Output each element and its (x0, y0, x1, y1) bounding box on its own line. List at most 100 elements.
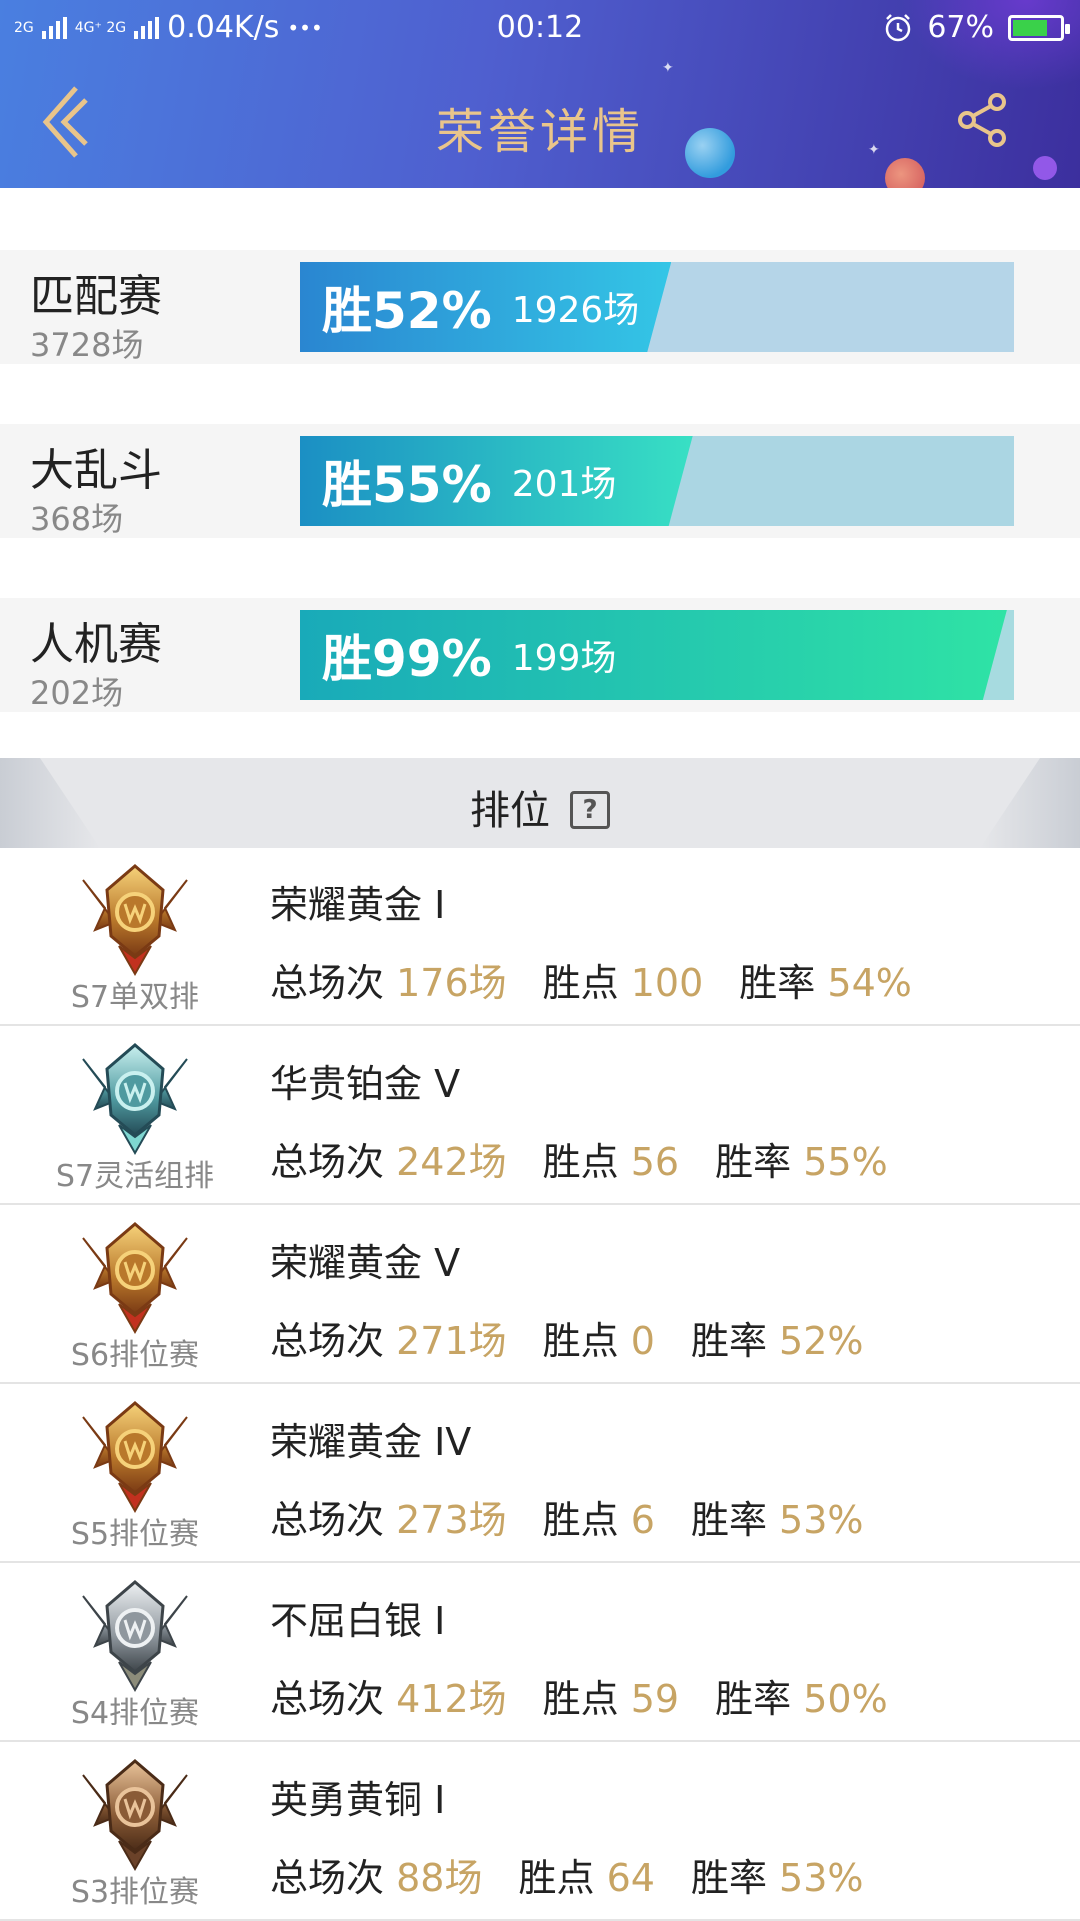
tier-name: 英勇黄铜 I (270, 1778, 446, 1822)
ranking-title: 排位? (0, 778, 1080, 836)
win-points-label: 胜点 (518, 1856, 595, 1900)
win-rate-text: 胜99% 199场 (322, 610, 616, 700)
ranking-title-label: 排位 (470, 788, 550, 834)
win-rate-label: 胜率 (690, 1319, 767, 1363)
win-points-label: 胜点 (542, 1319, 619, 1363)
season-row[interactable]: S6排位赛 荣耀黄金 V 总场次 271场 胜点 0 胜率 52% (0, 1206, 1080, 1384)
win-points-label: 胜点 (542, 1140, 619, 1184)
win-points-value: 59 (630, 1677, 680, 1721)
mode-total-count: 368场 (30, 500, 124, 538)
win-points-value: 100 (630, 961, 704, 1005)
season-label: S4排位赛 (70, 1696, 200, 1731)
mode-name: 大乱斗 (30, 445, 162, 496)
header-bubble-decoration (885, 158, 925, 188)
win-rate-value: 50% (803, 1677, 888, 1721)
mode-row-brawl[interactable]: 大乱斗 368场 胜55% 201场 (0, 424, 1080, 538)
win-rate-label: 胜率 (715, 1677, 792, 1721)
share-button[interactable] (955, 92, 1011, 148)
total-games-label: 总场次 (270, 1319, 385, 1363)
battery-icon (1008, 14, 1070, 41)
season-label: S6排位赛 (70, 1338, 200, 1373)
mode-total-count: 3728场 (30, 326, 144, 364)
rank-badge-icon (75, 1039, 195, 1157)
mode-name: 匹配赛 (30, 271, 162, 322)
season-row[interactable]: S3排位赛 英勇黄铜 I 总场次 88场 胜点 64 胜率 53% (0, 1743, 1080, 1921)
win-games-count: 1926场 (511, 290, 640, 331)
win-rate-percent: 胜55% (322, 456, 492, 514)
tier-name: 荣耀黄金 V (270, 1241, 461, 1285)
season-stats: 总场次 271场 胜点 0 胜率 52% (270, 1310, 864, 1365)
sparkle-icon: ✦ (662, 60, 674, 76)
win-rate-percent: 胜99% (322, 630, 492, 688)
win-rate-value: 53% (779, 1856, 864, 1900)
win-points-label: 胜点 (542, 1677, 619, 1721)
win-rate-value: 54% (827, 961, 912, 1005)
win-rate-text: 胜55% 201场 (322, 436, 616, 526)
win-rate-value: 52% (779, 1319, 864, 1363)
win-points-value: 0 (630, 1319, 655, 1363)
ranking-section-header: 排位? (0, 758, 1080, 848)
win-rate-label: 胜率 (690, 1856, 767, 1900)
win-rate-percent: 胜52% (322, 282, 492, 340)
season-label: S7单双排 (70, 980, 200, 1015)
win-games-count: 199场 (511, 638, 617, 679)
season-stats: 总场次 412场 胜点 59 胜率 50% (270, 1668, 888, 1723)
alarm-icon (886, 13, 911, 41)
season-stats: 总场次 176场 胜点 100 胜率 54% (270, 952, 912, 1007)
total-games-label: 总场次 (270, 1140, 385, 1184)
status-right: 67% (883, 10, 1070, 45)
app-header: ✦ ✦ 2G 4G⁺ 2G 0.04K/s ••• 00:12 67% 荣誉详情 (0, 0, 1080, 188)
season-row[interactable]: S5排位赛 荣耀黄金 IV 总场次 273场 胜点 6 胜率 53% (0, 1385, 1080, 1563)
rank-badge-icon (75, 1576, 195, 1694)
total-games-label: 总场次 (270, 961, 385, 1005)
season-label: S3排位赛 (70, 1875, 200, 1910)
win-points-value: 56 (630, 1140, 680, 1184)
season-row[interactable]: S7灵活组排 华贵铂金 V 总场次 242场 胜点 56 胜率 55% (0, 1027, 1080, 1205)
rank-badge-icon (75, 1755, 195, 1873)
total-games-value: 88场 (396, 1856, 483, 1900)
win-points-label: 胜点 (542, 1498, 619, 1542)
tier-name: 华贵铂金 V (270, 1062, 461, 1106)
tier-name: 不屈白银 I (270, 1599, 446, 1643)
total-games-value: 176场 (396, 961, 507, 1005)
mode-total-count: 202场 (30, 674, 124, 712)
win-rate-text: 胜52% 1926场 (322, 262, 639, 352)
battery-percent: 67% (927, 10, 994, 45)
share-icon (958, 93, 1006, 147)
win-rate-value: 53% (779, 1498, 864, 1542)
help-icon[interactable]: ? (570, 791, 610, 829)
win-rate-bar: 胜99% 199场 (300, 610, 1014, 700)
win-points-value: 64 (606, 1856, 655, 1900)
season-row[interactable]: S7单双排 荣耀黄金 I 总场次 176场 胜点 100 胜率 54% (0, 848, 1080, 1026)
tier-name: 荣耀黄金 I (270, 883, 446, 927)
win-rate-label: 胜率 (690, 1498, 767, 1542)
mode-row-match[interactable]: 匹配赛 3728场 胜52% 1926场 (0, 250, 1080, 364)
total-games-value: 242场 (396, 1140, 507, 1184)
season-label: S7灵活组排 (55, 1159, 215, 1194)
win-points-label: 胜点 (542, 961, 619, 1005)
total-games-value: 273场 (396, 1498, 507, 1542)
page-title: 荣誉详情 (435, 104, 644, 160)
total-games-value: 271场 (396, 1319, 507, 1363)
win-rate-label: 胜率 (715, 1140, 792, 1184)
mode-name: 人机赛 (30, 619, 162, 670)
season-stats: 总场次 273场 胜点 6 胜率 53% (270, 1489, 864, 1544)
total-games-label: 总场次 (270, 1498, 385, 1542)
rank-badge-icon (75, 860, 195, 978)
mode-row-ai[interactable]: 人机赛 202场 胜99% 199场 (0, 598, 1080, 712)
season-stats: 总场次 242场 胜点 56 胜率 55% (270, 1131, 888, 1186)
total-games-value: 412场 (396, 1677, 507, 1721)
win-points-value: 6 (630, 1498, 655, 1542)
win-rate-label: 胜率 (739, 961, 816, 1005)
win-rate-bar: 胜52% 1926场 (300, 262, 1014, 352)
rank-badge-icon (75, 1218, 195, 1336)
win-rate-bar: 胜55% 201场 (300, 436, 1014, 526)
win-games-count: 201场 (511, 464, 617, 505)
tier-name: 荣耀黄金 IV (270, 1420, 472, 1464)
season-stats: 总场次 88场 胜点 64 胜率 53% (270, 1847, 864, 1902)
season-label: S5排位赛 (70, 1517, 200, 1552)
total-games-label: 总场次 (270, 1856, 385, 1900)
rank-badge-icon (75, 1397, 195, 1515)
total-games-label: 总场次 (270, 1677, 385, 1721)
season-row[interactable]: S4排位赛 不屈白银 I 总场次 412场 胜点 59 胜率 50% (0, 1564, 1080, 1742)
